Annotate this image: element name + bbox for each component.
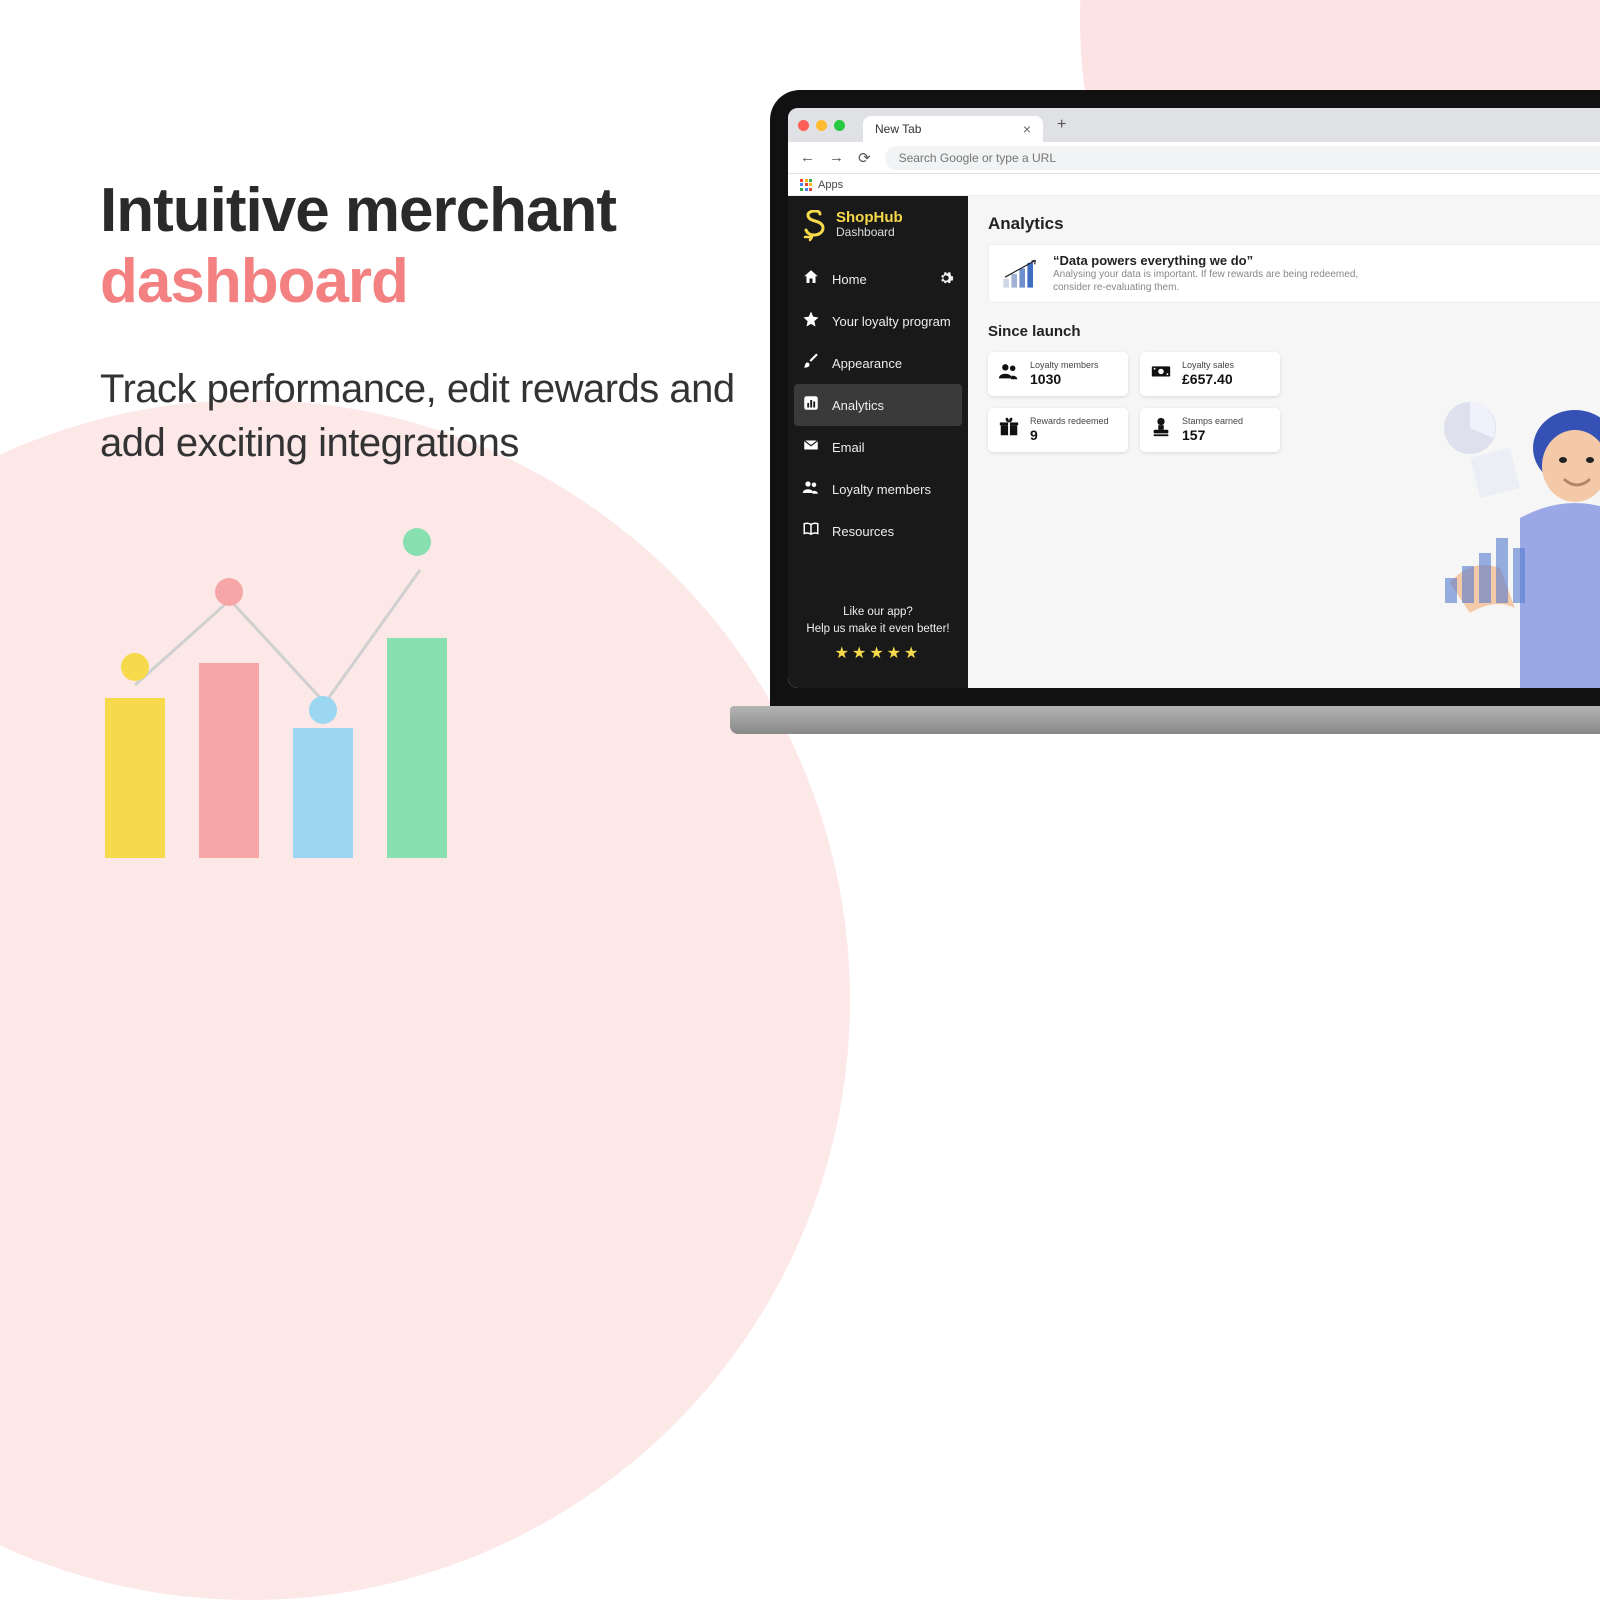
sidebar-item-email[interactable]: Email	[788, 426, 968, 468]
stat-card-rewards-redeemed: Rewards redeemed 9	[988, 408, 1128, 452]
growth-chart-icon	[1001, 257, 1041, 291]
home-icon	[802, 268, 820, 290]
page-title: Analytics	[988, 214, 1600, 234]
hero-title-line1: Intuitive merchant	[100, 176, 616, 245]
forward-icon[interactable]: →	[829, 149, 844, 166]
stat-label: Stamps earned	[1182, 417, 1243, 427]
stat-label: Loyalty sales	[1182, 361, 1234, 371]
rating-prompt[interactable]: Like our app? Help us make it even bette…	[788, 588, 968, 689]
sidebar-item-loyalty-members[interactable]: Loyalty members	[788, 468, 968, 510]
sidebar-item-label: Analytics	[832, 398, 884, 413]
browser-tab-title: New Tab	[875, 122, 921, 136]
back-icon[interactable]: ←	[800, 149, 815, 166]
gear-icon[interactable]	[938, 270, 954, 289]
new-tab-button[interactable]: +	[1049, 112, 1074, 138]
reload-icon[interactable]: ⟳	[858, 149, 871, 167]
sidebar-item-label: Your loyalty program	[832, 314, 951, 329]
brand-mark-icon	[802, 210, 828, 242]
gift-icon	[998, 416, 1020, 444]
hero-text: Intuitive merchant dashboard Track perfo…	[100, 175, 750, 470]
browser-toolbar: ← → ⟳	[788, 142, 1600, 174]
book-icon	[802, 520, 820, 542]
insight-banner: “Data powers everything we do” Analysing…	[988, 244, 1600, 303]
laptop-base	[730, 706, 1600, 734]
members-icon	[802, 478, 820, 500]
stat-value: £657.40	[1182, 371, 1234, 387]
sidebar-item-label: Home	[832, 272, 867, 287]
rating-stars-icon: ★★★★★	[800, 642, 956, 666]
main-content: Analytics “Data powers everything we do”	[968, 196, 1600, 688]
close-tab-icon[interactable]: ×	[1023, 122, 1031, 136]
hero-subtitle: Track performance, edit rewards and add …	[100, 362, 750, 470]
stat-label: Rewards redeemed	[1030, 417, 1109, 427]
background-blob-bottom-left	[0, 400, 850, 1600]
maximize-window-icon[interactable]	[834, 120, 845, 131]
laptop-mockup: New Tab × + ← → ⟳ Apps	[770, 90, 1600, 734]
bookmarks-apps-label[interactable]: Apps	[818, 179, 843, 191]
insight-quote-body: Analysing your data is important. If few…	[1053, 268, 1363, 294]
browser-tab-bar: New Tab × +	[788, 108, 1600, 142]
rating-line1: Like our app?	[800, 604, 956, 621]
stat-value: 157	[1182, 427, 1243, 443]
stat-card-loyalty-sales: Loyalty sales £657.40	[1140, 352, 1280, 396]
stat-value: 1030	[1030, 371, 1099, 387]
rating-line2: Help us make it even better!	[800, 621, 956, 638]
close-window-icon[interactable]	[798, 120, 809, 131]
decorative-chart-icon	[105, 598, 447, 858]
minimize-window-icon[interactable]	[816, 120, 827, 131]
bookmarks-bar: Apps	[788, 174, 1600, 196]
stat-card-stamps-earned: Stamps earned 157	[1140, 408, 1280, 452]
section-heading: Since launch	[988, 323, 1600, 340]
brush-icon	[802, 352, 820, 374]
sidebar-item-label: Appearance	[832, 356, 902, 371]
sidebar: ShopHub Dashboard Home	[788, 196, 968, 688]
window-traffic-lights	[798, 120, 845, 131]
brand-name: ShopHub	[836, 210, 903, 225]
stat-card-loyalty-members: Loyalty members 1030	[988, 352, 1128, 396]
stat-label: Loyalty members	[1030, 361, 1099, 371]
stamp-icon	[1150, 416, 1172, 444]
sidebar-item-analytics[interactable]: Analytics	[794, 384, 962, 426]
insight-quote-title: “Data powers everything we do”	[1053, 253, 1363, 268]
brand-sub: Dashboard	[836, 225, 903, 239]
stat-value: 9	[1030, 427, 1109, 443]
sidebar-item-appearance[interactable]: Appearance	[788, 342, 968, 384]
address-bar[interactable]	[885, 146, 1600, 170]
star-icon	[802, 310, 820, 332]
browser-tab[interactable]: New Tab ×	[863, 116, 1043, 142]
sidebar-item-label: Loyalty members	[832, 482, 931, 497]
brand-logo: ShopHub Dashboard	[788, 196, 968, 252]
sidebar-item-label: Resources	[832, 524, 894, 539]
chart-icon	[802, 394, 820, 416]
sidebar-item-label: Email	[832, 440, 865, 455]
sidebar-item-loyalty-program[interactable]: Your loyalty program	[788, 300, 968, 342]
sidebar-item-resources[interactable]: Resources	[788, 510, 968, 552]
people-icon	[998, 360, 1020, 388]
sidebar-item-home[interactable]: Home	[788, 258, 968, 300]
mail-icon	[802, 436, 820, 458]
cash-icon	[1150, 360, 1172, 388]
analytics-person-illustration	[1350, 368, 1600, 688]
hero-title-line2: dashboard	[100, 247, 408, 316]
apps-icon[interactable]	[800, 179, 812, 191]
